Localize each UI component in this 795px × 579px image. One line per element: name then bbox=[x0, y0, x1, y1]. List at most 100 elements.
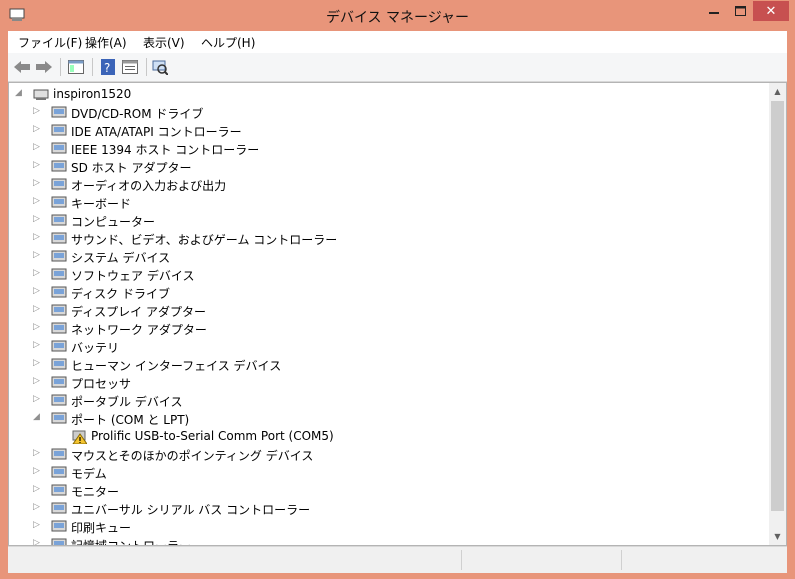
expand-arrow-icon[interactable]: ▷ bbox=[33, 268, 43, 280]
tree-category-item[interactable]: ▷ バッテリ bbox=[9, 337, 769, 355]
tree-category-item[interactable]: ▷ DVD/CD-ROM ドライブ bbox=[9, 103, 769, 121]
minimize-button[interactable] bbox=[701, 1, 727, 21]
expand-arrow-icon[interactable]: ▷ bbox=[33, 394, 43, 406]
expand-arrow-icon[interactable]: ▷ bbox=[33, 340, 43, 352]
tree-item-label: モニター bbox=[71, 485, 120, 499]
expand-arrow-icon[interactable]: ▷ bbox=[33, 538, 43, 545]
tree-category-item[interactable]: ▷ マウスとそのほかのポインティング デバイス bbox=[9, 445, 769, 463]
help-button[interactable]: ? bbox=[98, 57, 118, 77]
device-manager-window: { "window": { "title": "デバイス マネージャー", "c… bbox=[0, 0, 795, 579]
properties-view-button[interactable] bbox=[66, 57, 86, 77]
expand-arrow-icon[interactable]: ▷ bbox=[33, 502, 43, 514]
tree-category-item[interactable]: ▷ オーディオの入力および出力 bbox=[9, 175, 769, 193]
tree-category-item[interactable]: ▷ ポータブル デバイス bbox=[9, 391, 769, 409]
toolbar-separator bbox=[60, 58, 61, 76]
expand-arrow-icon[interactable]: ▷ bbox=[33, 520, 43, 532]
back-button[interactable] bbox=[12, 57, 32, 77]
help-icon: ? bbox=[101, 59, 115, 75]
expand-arrow-icon[interactable]: ▷ bbox=[33, 232, 43, 244]
collapse-arrow-icon[interactable]: ◢ bbox=[33, 412, 43, 424]
expand-arrow-icon[interactable]: ▷ bbox=[33, 196, 43, 208]
tree-category-item[interactable]: ▷ ユニバーサル シリアル バス コントローラー bbox=[9, 499, 769, 517]
tree-item-label: バッテリ bbox=[71, 341, 120, 355]
tree-category-item[interactable]: ▷ プロセッサ bbox=[9, 373, 769, 391]
expand-arrow-icon[interactable]: ▷ bbox=[33, 448, 43, 460]
tree-category-item[interactable]: ▷ ディスク ドライブ bbox=[9, 283, 769, 301]
tree-category-item[interactable]: ▷ コンピューター bbox=[9, 211, 769, 229]
collapse-arrow-icon[interactable]: ◢ bbox=[15, 88, 25, 100]
vertical-scrollbar[interactable]: ▲ ▼ bbox=[769, 83, 786, 545]
usb-icon bbox=[51, 502, 67, 514]
device-tree[interactable]: ◢ inspiron1520 ▷ DVD/CD-ROM ドライブ ▷ IDE ATA/AT… bbox=[8, 82, 787, 546]
tree-category-item[interactable]: ▷ キーボード bbox=[9, 193, 769, 211]
tree-category-item[interactable]: ▷ ネットワーク アダプター bbox=[9, 319, 769, 337]
tree-item-label: マウスとそのほかのポインティング デバイス bbox=[71, 449, 314, 463]
tree-category-item[interactable]: ▷ サウンド、ビデオ、およびゲーム コントローラー bbox=[9, 229, 769, 247]
tree-item-label: ネットワーク アダプター bbox=[71, 323, 207, 337]
expand-arrow-icon[interactable]: ▷ bbox=[33, 358, 43, 370]
minimize-icon bbox=[709, 12, 719, 14]
forward-button[interactable] bbox=[34, 57, 54, 77]
tree-item-label: コンピューター bbox=[71, 215, 156, 229]
tree-category-item[interactable]: ▷ IEEE 1394 ホスト コントローラー bbox=[9, 139, 769, 157]
sound-icon bbox=[51, 232, 67, 244]
expand-arrow-icon[interactable]: ▷ bbox=[33, 250, 43, 262]
tree-category-item[interactable]: ▷ モデム bbox=[9, 463, 769, 481]
status-cell bbox=[461, 550, 622, 570]
menu-action[interactable]: 操作(A) bbox=[85, 34, 127, 51]
maximize-button[interactable] bbox=[727, 1, 753, 21]
toolbar-separator bbox=[92, 58, 93, 76]
expand-arrow-icon[interactable]: ▷ bbox=[33, 322, 43, 334]
tree-item-label: ヒューマン インターフェイス デバイス bbox=[71, 359, 282, 373]
tree-category-item[interactable]: ▷ ソフトウェア デバイス bbox=[9, 265, 769, 283]
port-icon bbox=[51, 412, 67, 424]
scroll-down-icon[interactable]: ▼ bbox=[769, 528, 786, 545]
tree-category-item[interactable]: ▷ ヒューマン インターフェイス デバイス bbox=[9, 355, 769, 373]
expand-arrow-icon[interactable]: ▷ bbox=[33, 142, 43, 154]
tree-category-item[interactable]: ▷ SD ホスト アダプター bbox=[9, 157, 769, 175]
scan-hardware-button[interactable] bbox=[150, 57, 170, 77]
tree-item-label: プロセッサ bbox=[71, 377, 132, 391]
tree-category-item[interactable]: ▷ モニター bbox=[9, 481, 769, 499]
storage-controller-icon bbox=[51, 538, 67, 545]
display-adapter-icon bbox=[51, 304, 67, 316]
svg-text:?: ? bbox=[104, 61, 110, 75]
tree-category-item[interactable]: ◢ ポート (COM と LPT) bbox=[9, 409, 769, 427]
tree-category-item[interactable]: ▷ 印刷キュー bbox=[9, 517, 769, 535]
update-driver-button[interactable] bbox=[120, 57, 140, 77]
menu-view[interactable]: 表示(V) bbox=[143, 34, 185, 51]
expand-arrow-icon[interactable]: ▷ bbox=[33, 376, 43, 388]
toolbar: ? bbox=[8, 53, 787, 82]
scroll-thumb[interactable] bbox=[771, 101, 784, 511]
expand-arrow-icon[interactable]: ▷ bbox=[33, 214, 43, 226]
expand-arrow-icon[interactable]: ▷ bbox=[33, 178, 43, 190]
tree-item-label: ポータブル デバイス bbox=[71, 395, 183, 409]
expand-arrow-icon[interactable]: ▷ bbox=[33, 106, 43, 118]
tree-item-label: Prolific USB-to-Serial Comm Port (COM5) bbox=[91, 429, 334, 443]
menu-help[interactable]: ヘルプ(H) bbox=[201, 34, 255, 51]
tree-item-label: ポート (COM と LPT) bbox=[71, 413, 190, 427]
expand-arrow-icon[interactable]: ▷ bbox=[33, 304, 43, 316]
scroll-up-icon[interactable]: ▲ bbox=[769, 83, 786, 100]
tree-item-label: DVD/CD-ROM ドライブ bbox=[71, 107, 204, 121]
tree-root-item[interactable]: ◢ inspiron1520 bbox=[9, 85, 769, 103]
tree-device-item[interactable]: Prolific USB-to-Serial Comm Port (COM5) bbox=[9, 427, 769, 445]
menu-file[interactable]: ファイル(F) bbox=[18, 34, 82, 51]
sd-host-icon bbox=[51, 160, 67, 172]
tree-category-item[interactable]: ▷ システム デバイス bbox=[9, 247, 769, 265]
expand-arrow-icon[interactable]: ▷ bbox=[33, 466, 43, 478]
tree-category-item[interactable]: ▷ 記憶域コントローラー bbox=[9, 535, 769, 545]
tree-category-item[interactable]: ▷ ディスプレイ アダプター bbox=[9, 301, 769, 319]
title-bar[interactable]: デバイス マネージャー ✕ bbox=[0, 0, 795, 32]
tree-category-item[interactable]: ▷ IDE ATA/ATAPI コントローラー bbox=[9, 121, 769, 139]
properties-view-icon bbox=[68, 60, 84, 74]
toolbar-separator bbox=[146, 58, 147, 76]
network-adapter-icon bbox=[51, 322, 67, 334]
expand-arrow-icon[interactable]: ▷ bbox=[33, 160, 43, 172]
expand-arrow-icon[interactable]: ▷ bbox=[33, 484, 43, 496]
expand-arrow-icon[interactable]: ▷ bbox=[33, 286, 43, 298]
back-icon bbox=[14, 61, 30, 73]
tree-item-label: inspiron1520 bbox=[53, 87, 132, 101]
expand-arrow-icon[interactable]: ▷ bbox=[33, 124, 43, 136]
close-button[interactable]: ✕ bbox=[753, 1, 789, 21]
